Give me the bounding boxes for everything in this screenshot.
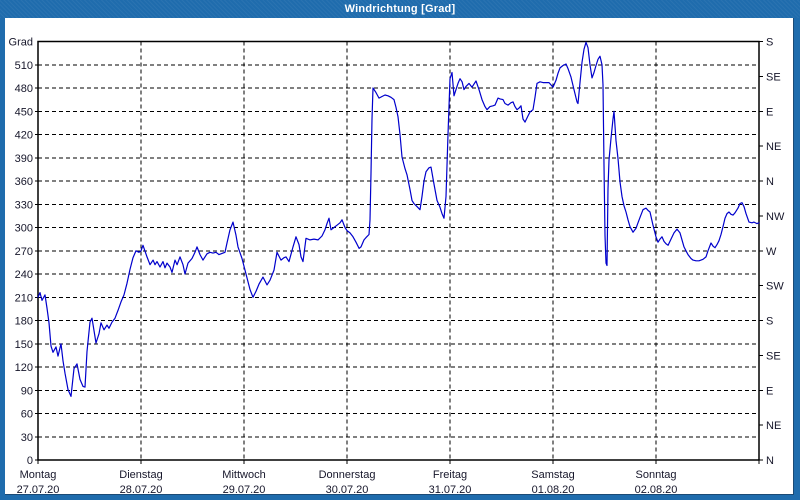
x-axis-day-date: 02.08.20 xyxy=(635,484,678,496)
y-axis-tick-label: 360 xyxy=(15,176,33,188)
y-axis-tick-label: 210 xyxy=(15,292,33,304)
y-axis-tick-label: 330 xyxy=(15,199,33,211)
x-axis-day-name: Freitag xyxy=(433,469,467,481)
y-axis-tick-label: 150 xyxy=(15,339,33,351)
y-axis-tick-label: 420 xyxy=(15,130,33,142)
y-axis-tick-label: 300 xyxy=(15,223,33,235)
y-axis-tick-label: 510 xyxy=(15,60,33,72)
compass-axis-label: NE xyxy=(766,141,781,153)
chart-canvas: Grad 0 30 60 90 120 150 180 210 240 270 300 330 360 39… xyxy=(9,37,785,497)
compass-axis-label: SE xyxy=(766,350,781,362)
y-axis-tick-label: 270 xyxy=(15,246,33,258)
compass-axis-label: NE xyxy=(766,420,781,432)
y-axis-tick-label: 120 xyxy=(15,362,33,374)
app-window: Windrichtung [Grad] Grad 0 30 60 90 120 150 180… xyxy=(0,0,800,500)
x-axis-day-name: Samstag xyxy=(531,469,574,481)
x-axis-day-name: Montag xyxy=(20,469,57,481)
compass-axis-label: W xyxy=(766,246,777,258)
y-axis-tick-label: 90 xyxy=(21,385,33,397)
x-axis-day-name: Mittwoch xyxy=(222,469,265,481)
x-axis-day-name: Sonntag xyxy=(636,469,677,481)
compass-axis-label: SW xyxy=(766,281,784,293)
x-axis-day-name: Dienstag xyxy=(119,469,162,481)
y-axis-unit-label: Grad xyxy=(9,37,33,49)
compass-axis-label: N xyxy=(766,455,774,467)
compass-axis-label: NW xyxy=(766,211,785,223)
x-axis-day-date: 28.07.20 xyxy=(120,484,163,496)
x-axis-day-date: 27.07.20 xyxy=(17,484,60,496)
compass-axis-label: N xyxy=(766,176,774,188)
y-axis-tick-label: 180 xyxy=(15,316,33,328)
compass-axis-label: S xyxy=(766,37,773,49)
x-axis-day-name: Donnerstag xyxy=(319,469,376,481)
compass-axis-label: E xyxy=(766,385,773,397)
y-axis-tick-label: 30 xyxy=(21,432,33,444)
x-axis-day-date: 31.07.20 xyxy=(429,484,472,496)
x-axis-day-date: 30.07.20 xyxy=(326,484,369,496)
compass-axis-label: SE xyxy=(766,71,781,83)
y-axis-tick-label: 60 xyxy=(21,409,33,421)
y-axis-tick-label: 240 xyxy=(15,269,33,281)
y-axis-tick-label: 450 xyxy=(15,106,33,118)
y-axis-tick-label: 390 xyxy=(15,153,33,165)
x-axis-day-date: 29.07.20 xyxy=(223,484,266,496)
x-axis-day-date: 01.08.20 xyxy=(532,484,575,496)
y-axis-tick-label: 0 xyxy=(27,455,33,467)
compass-axis-label: S xyxy=(766,316,773,328)
compass-axis-label: E xyxy=(766,106,773,118)
y-axis-tick-label: 480 xyxy=(15,83,33,95)
